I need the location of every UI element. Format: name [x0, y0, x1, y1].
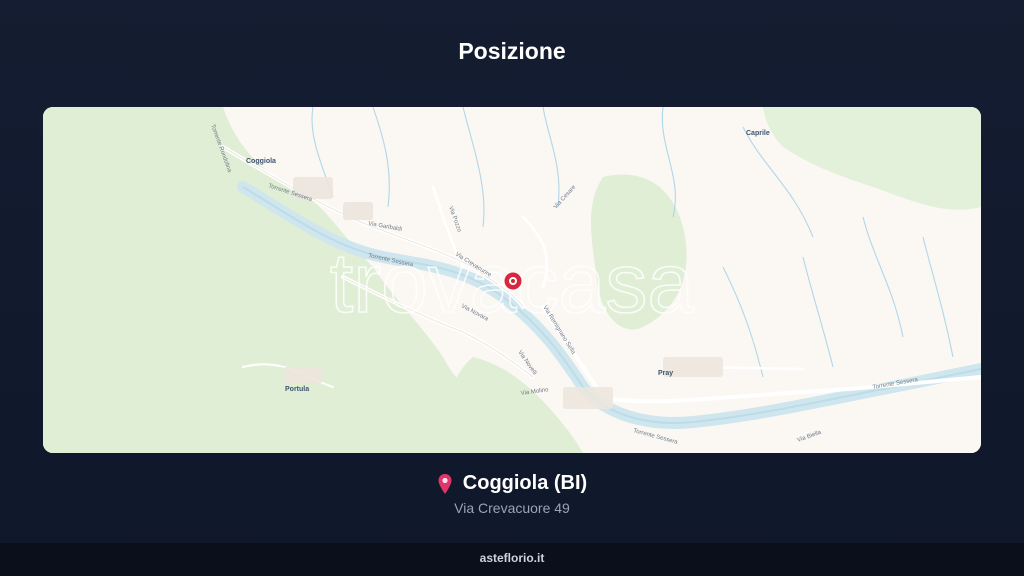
location-city: Coggiola (BI) — [462, 472, 588, 494]
footer-brand[interactable]: asteflorio.it — [0, 543, 1024, 576]
place-label-caprile: Caprile — [746, 130, 770, 137]
map-canvas[interactable]: trovacasa Coggiola Caprile Portula Pray … — [43, 107, 981, 453]
place-label-pray: Pray — [658, 370, 673, 377]
location-info: Coggiola (BI) — [0, 472, 1024, 500]
map-pin-icon — [438, 473, 452, 494]
location-address: Via Crevacuore 49 — [454, 500, 570, 516]
map-view[interactable]: trovacasa Coggiola Caprile Portula Pray … — [43, 107, 981, 453]
place-label-coggiola: Coggiola — [246, 158, 276, 165]
place-label-portula: Portula — [285, 386, 309, 393]
page-title: Posizione — [458, 38, 566, 64]
location-marker-icon[interactable] — [504, 272, 522, 290]
